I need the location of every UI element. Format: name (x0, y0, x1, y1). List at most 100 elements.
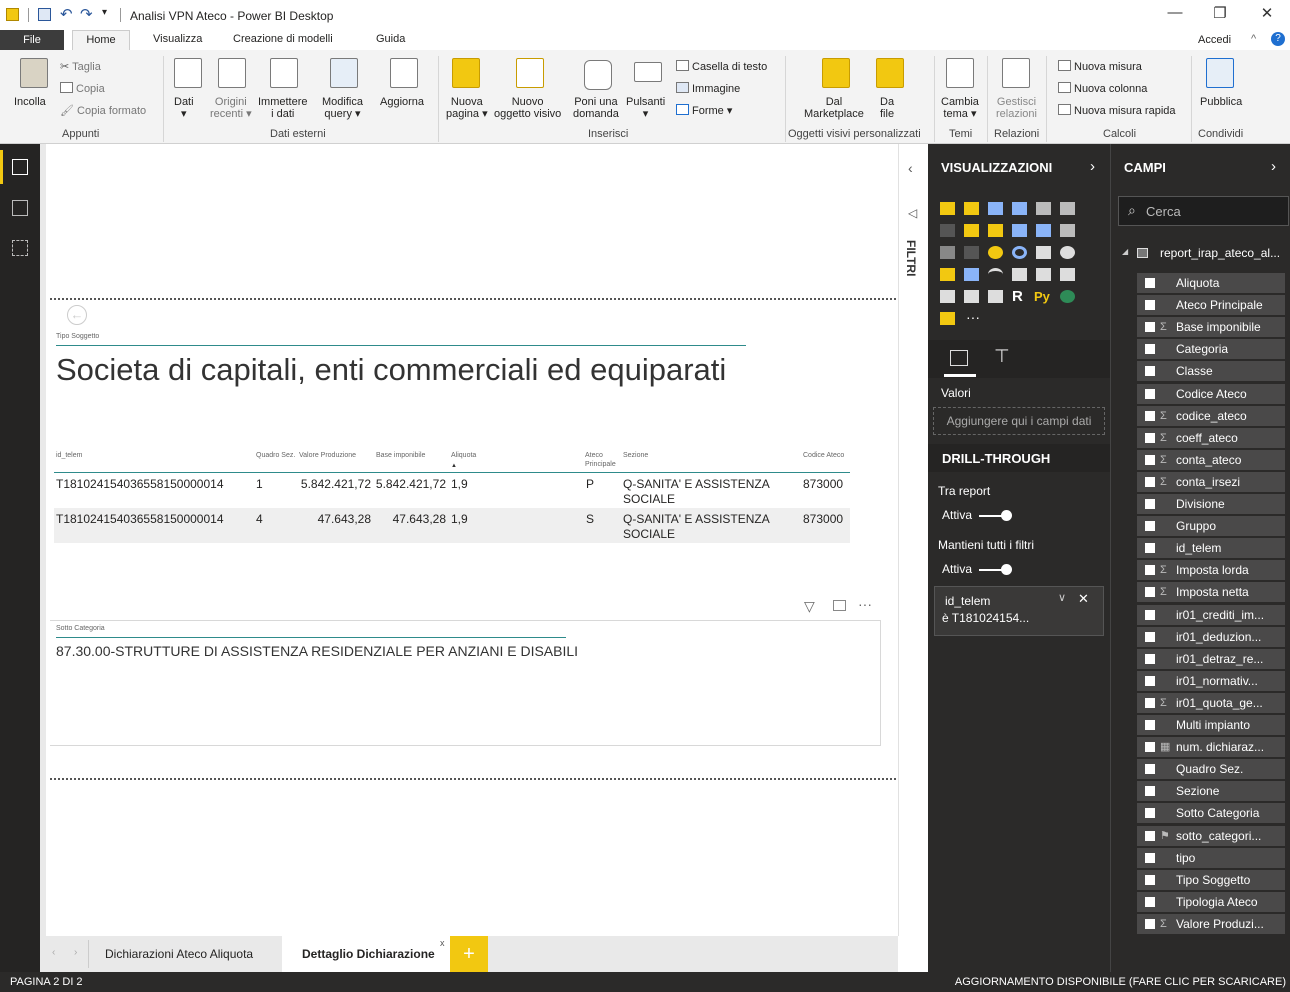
nuova-pagina-button[interactable]: Nuova pagina ▾ (446, 96, 488, 120)
treemap-icon[interactable] (1036, 246, 1051, 259)
sotto-categoria-value[interactable]: 87.30.00-STRUTTURE DI ASSISTENZA RESIDEN… (56, 643, 578, 659)
field-item[interactable]: Aliquota (1137, 273, 1285, 293)
field-item[interactable]: Codice Ateco (1137, 383, 1285, 404)
field-checkbox[interactable] (1145, 521, 1155, 532)
mantieni-filtri-toggle[interactable]: Attiva (942, 562, 1013, 576)
incolla-button[interactable]: Incolla (14, 96, 46, 108)
dati-button[interactable]: Dati ▾ (174, 96, 194, 120)
field-item[interactable]: Σ Imposta lorda (1137, 560, 1285, 581)
line-chart-icon[interactable] (940, 224, 955, 237)
field-item[interactable]: Σir01_quota_ge... (1137, 692, 1285, 713)
scatter-icon[interactable] (964, 246, 979, 259)
field-item[interactable]: Σcodice_ateco (1137, 405, 1285, 426)
visual-filter-icon[interactable]: ▽ (804, 598, 815, 615)
line-column-icon[interactable] (1012, 224, 1027, 237)
field-checkbox[interactable] (1145, 830, 1155, 841)
kpi-icon[interactable] (1060, 268, 1075, 281)
more-visuals-icon[interactable]: ··· (966, 310, 980, 324)
stacked-column-icon[interactable] (964, 202, 979, 215)
field-checkbox[interactable] (1145, 410, 1155, 421)
tipo-soggetto-value[interactable]: Societa di capitali, enti commerciali ed… (56, 352, 726, 388)
copia-formato-button[interactable]: 🖌 Copia formato (60, 104, 146, 117)
da-file-button[interactable]: Da file (880, 96, 894, 120)
tab-home[interactable]: Home (72, 30, 130, 50)
line-clustered-icon[interactable] (1036, 224, 1051, 237)
field-checkbox[interactable] (1145, 874, 1155, 885)
table-expand-icon[interactable]: ◢ (1122, 247, 1128, 256)
globe-visual-icon[interactable] (1060, 290, 1075, 303)
casella-testo-button[interactable]: Casella di testo (676, 60, 767, 73)
field-item[interactable]: Categoria (1137, 339, 1285, 360)
cambia-tema-button[interactable]: Cambia tema ▾ (941, 96, 979, 120)
valori-dropzone[interactable]: Aggiungere qui i campi dati (933, 407, 1105, 435)
field-item[interactable]: id_telem (1137, 538, 1285, 559)
more-options-icon[interactable]: ··· (858, 596, 872, 612)
pulsanti-button[interactable]: Pulsanti ▾ (626, 96, 665, 120)
donut-chart-icon[interactable] (1012, 246, 1027, 259)
filters-pane-collapsed[interactable]: ‹ ◁ FILTRI (898, 144, 928, 936)
poni-domanda-button[interactable]: Poni una domanda (573, 96, 619, 120)
slicer-icon[interactable] (940, 290, 955, 303)
field-item[interactable]: ⚑ sotto_categori... (1137, 825, 1285, 846)
field-item[interactable]: Divisione (1137, 494, 1285, 514)
col-header-sezione[interactable]: Sezione (623, 451, 648, 460)
percent-bar-icon[interactable] (1036, 202, 1051, 215)
fields-search-box[interactable]: ⌕ Cerca (1118, 196, 1289, 226)
clustered-bar-icon[interactable] (988, 202, 1003, 215)
tab-guida[interactable]: Guida (376, 33, 405, 45)
field-item[interactable]: Σ Valore Produzi... (1137, 913, 1285, 934)
sort-ascending-icon[interactable]: ▲ (451, 463, 457, 469)
field-checkbox[interactable] (1145, 675, 1155, 686)
update-available-link[interactable]: AGGIORNAMENTO DISPONIBILE (FARE CLIC PER… (955, 972, 1286, 992)
field-checkbox[interactable] (1145, 896, 1155, 907)
matrix-icon[interactable] (988, 290, 1003, 303)
field-checkbox[interactable] (1145, 742, 1155, 753)
filled-map-icon[interactable] (940, 268, 955, 281)
collapse-viz-icon[interactable]: › (1090, 158, 1095, 175)
field-checkbox[interactable] (1145, 278, 1155, 288)
sotto-categoria-card[interactable] (50, 620, 881, 746)
close-tab-icon[interactable]: x (440, 938, 445, 948)
undo-icon[interactable]: ↶ (60, 5, 73, 23)
field-checkbox[interactable] (1145, 764, 1155, 775)
dal-marketplace-button[interactable]: Dal Marketplace (804, 96, 864, 120)
minimize-icon[interactable]: — (1160, 4, 1190, 21)
clustered-column-icon[interactable] (1012, 202, 1027, 215)
collapse-ribbon-icon[interactable]: ^ (1251, 33, 1256, 45)
field-checkbox[interactable] (1145, 322, 1155, 333)
field-item[interactable]: Sezione (1137, 781, 1285, 802)
field-item[interactable]: Quadro Sez. (1137, 759, 1285, 780)
aggiorna-button[interactable]: Aggiorna (380, 96, 424, 108)
field-checkbox[interactable] (1145, 720, 1155, 730)
nuova-misura-button[interactable]: Nuova misura (1058, 60, 1142, 73)
accedi-link[interactable]: Accedi (1198, 34, 1231, 46)
field-checkbox[interactable] (1145, 786, 1155, 797)
tra-report-toggle[interactable]: Attiva (942, 508, 1013, 522)
page-tab-dettaglio[interactable]: Dettaglio Dichiarazione x (282, 936, 450, 972)
map-icon[interactable] (1060, 246, 1075, 259)
field-item[interactable]: ir01_detraz_re... (1137, 648, 1285, 669)
scroll-left-icon[interactable]: ‹ (52, 947, 55, 958)
expand-filters-icon[interactable]: ‹ (908, 160, 913, 176)
custom-visual-icon[interactable] (940, 312, 955, 325)
field-item[interactable]: ir01_normativ... (1137, 670, 1285, 691)
col-header-id-telem[interactable]: id_telem (56, 451, 82, 460)
area-chart-icon[interactable] (964, 224, 979, 237)
field-checkbox[interactable] (1145, 565, 1155, 576)
field-checkbox[interactable] (1145, 300, 1155, 311)
immagine-button[interactable]: Immagine (676, 82, 740, 95)
col-header-valore-produzione[interactable]: Valore Produzione (299, 451, 356, 460)
field-checkbox[interactable] (1145, 499, 1155, 509)
modifica-query-button[interactable]: Modifica query ▾ (322, 96, 363, 120)
field-item[interactable]: Σ Imposta netta (1137, 582, 1285, 603)
field-item[interactable]: ir01_crediti_im... (1137, 604, 1285, 625)
field-checkbox[interactable] (1145, 852, 1155, 863)
field-checkbox[interactable] (1145, 653, 1155, 664)
col-header-codice-ateco[interactable]: Codice Ateco (803, 451, 844, 460)
field-checkbox[interactable] (1145, 918, 1155, 929)
stacked-area-icon[interactable] (988, 224, 1003, 237)
nuova-colonna-button[interactable]: Nuova colonna (1058, 82, 1147, 95)
card-icon[interactable] (1012, 268, 1027, 281)
field-checkbox[interactable] (1145, 432, 1155, 443)
field-item[interactable]: ir01_deduzion... (1137, 626, 1285, 647)
